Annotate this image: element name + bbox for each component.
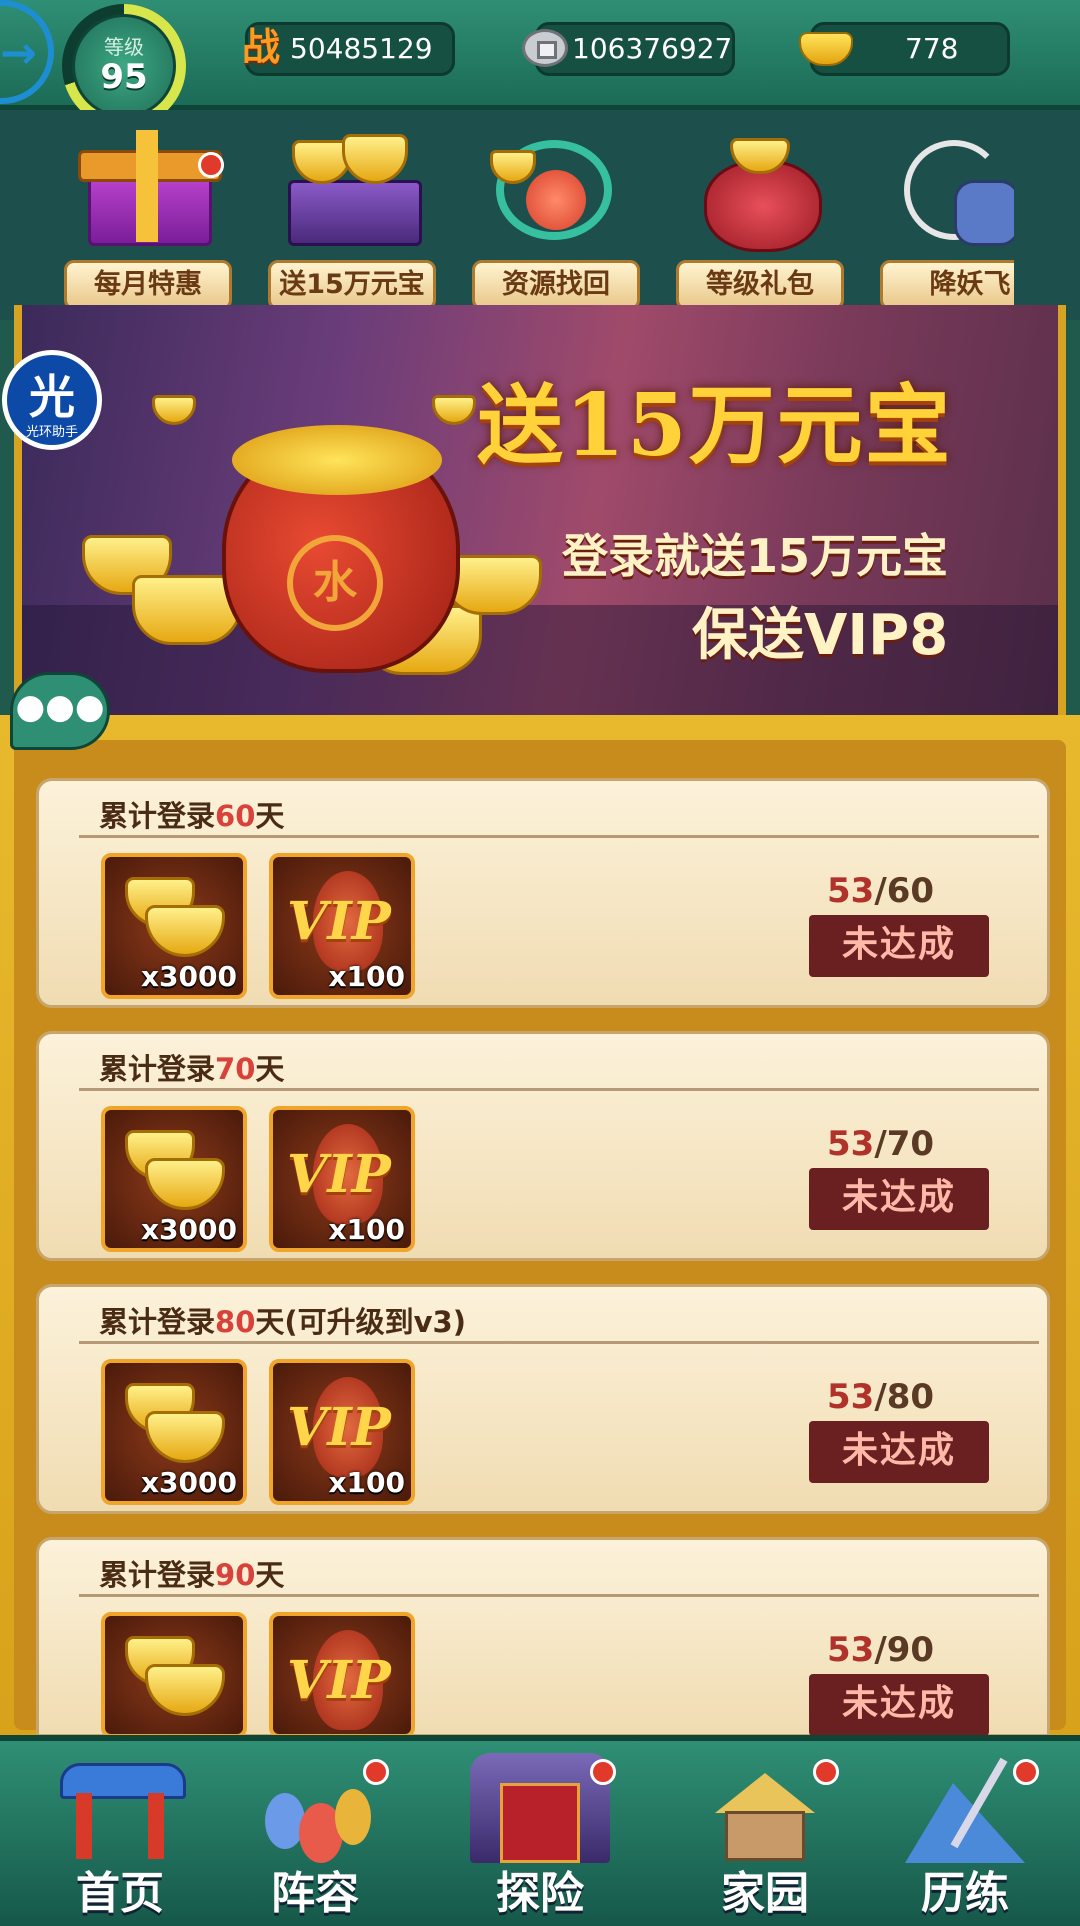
status-badge: 未达成 — [809, 1421, 989, 1483]
house-icon — [705, 1753, 825, 1863]
gold-ingot-display: 778 — [799, 22, 1010, 76]
item-count: x3000 — [141, 1466, 237, 1499]
reward-item-gold[interactable] — [101, 1612, 247, 1738]
activity-label: 降妖飞 — [880, 260, 1014, 310]
reward-card: 累计登录90天 VIP 53/90 未达成 — [36, 1537, 1050, 1738]
reward-card: 累计登录70天 x3000 VIP x100 53/70 未达成 — [36, 1031, 1050, 1261]
notification-dot — [1013, 1759, 1039, 1785]
vip-icon: VIP — [287, 891, 391, 952]
activity-label: 送15万元宝 — [268, 260, 436, 310]
level-label: 等级 — [104, 35, 144, 59]
banner-vip-line: 保送VIP8 — [692, 603, 949, 668]
nav-home[interactable]: 首页 — [20, 1741, 220, 1926]
divider — [79, 835, 1039, 838]
item-count: x100 — [328, 1213, 405, 1246]
login-progress: 53/90 — [827, 1630, 935, 1670]
activity-icon-row: 每月特惠 送15万元宝 资源找回 等级礼包 降妖飞 — [0, 110, 1080, 320]
reward-item-vip[interactable]: VIP x100 — [269, 853, 415, 999]
notification-dot — [590, 1759, 616, 1785]
reward-title: 累计登录60天 — [99, 799, 285, 833]
nav-lineup[interactable]: 阵容 — [215, 1741, 415, 1926]
item-count: x100 — [328, 960, 405, 993]
vip-icon: VIP — [287, 1397, 391, 1458]
silver-currency-display: 106376927 — [522, 22, 735, 76]
halo-badge-text: 光环助手 — [25, 425, 78, 440]
promo-banner: 水 送15万元宝 登录就送15万元宝 保送VIP8 — [14, 305, 1066, 715]
activity-level-gift[interactable]: 等级礼包 — [668, 110, 852, 320]
reward-card: 累计登录60天 x3000 VIP x100 53/60 未达成 — [36, 778, 1050, 1008]
pavilion-icon — [60, 1753, 186, 1863]
vip-icon: VIP — [287, 1144, 391, 1205]
nav-label: 阵容 — [271, 1868, 359, 1919]
divider — [79, 1341, 1039, 1344]
activity-label: 等级礼包 — [676, 260, 844, 310]
item-count: x3000 — [141, 1213, 237, 1246]
activity-label: 每月特惠 — [64, 260, 232, 310]
arrow-right-icon: → — [0, 28, 37, 79]
bag-emblem: 水 — [287, 535, 383, 631]
banner-title: 送15万元宝 — [477, 375, 953, 476]
nav-label: 历练 — [921, 1868, 1009, 1919]
divider — [79, 1088, 1039, 1091]
notification-dot — [198, 152, 224, 178]
nav-label: 家园 — [721, 1868, 809, 1919]
silver-coin-icon — [522, 29, 568, 67]
combat-power-icon: 战 — [242, 25, 281, 69]
treasure-bag-icon — [690, 130, 830, 252]
status-badge: 未达成 — [809, 915, 989, 977]
notification-dot — [813, 1759, 839, 1785]
nav-explore[interactable]: 探险 — [440, 1741, 640, 1926]
chat-bubble-icon[interactable]: ●●● — [10, 672, 110, 750]
mountain-sword-icon — [905, 1753, 1025, 1863]
player-level-badge[interactable]: 等级 95 — [72, 14, 176, 118]
bottom-navigation: 首页 阵容 探险 家园 历练 — [0, 1735, 1080, 1926]
bag-gold-pile — [232, 425, 442, 495]
resource-recover-icon — [486, 130, 626, 248]
gift-box-icon — [78, 130, 222, 248]
silver-value: 106376927 — [572, 32, 733, 65]
halo-badge-char: 光 — [29, 370, 75, 424]
login-progress: 53/70 — [827, 1124, 935, 1164]
status-badge: 未达成 — [809, 1674, 989, 1736]
login-progress: 53/80 — [827, 1377, 935, 1417]
combat-power-display: 战 50485129 — [242, 22, 455, 76]
reward-item-gold[interactable]: x3000 — [101, 1359, 247, 1505]
gourd-icon — [255, 1753, 375, 1863]
reward-title: 累计登录80天(可升级到v3) — [99, 1305, 466, 1339]
reward-item-vip[interactable]: VIP — [269, 1612, 415, 1738]
nav-training[interactable]: 历练 — [865, 1741, 1065, 1926]
item-count: x100 — [328, 1466, 405, 1499]
halo-assistant-badge[interactable]: 光 光环助手 — [2, 350, 102, 450]
gold-chest-icon — [282, 130, 422, 248]
notification-dot — [363, 1759, 389, 1785]
activity-demon-slayer[interactable]: 降妖飞 — [872, 110, 1014, 320]
activity-150k-ingots[interactable]: 送15万元宝 — [260, 110, 444, 320]
reward-card: 累计登录80天(可升级到v3) x3000 VIP x100 53/80 未达成 — [36, 1284, 1050, 1514]
vip-icon: VIP — [287, 1650, 391, 1711]
nav-homestead[interactable]: 家园 — [665, 1741, 865, 1926]
login-progress: 53/60 — [827, 871, 935, 911]
reward-item-gold[interactable]: x3000 — [101, 853, 247, 999]
reward-item-vip[interactable]: VIP x100 — [269, 1106, 415, 1252]
reward-item-gold[interactable]: x3000 — [101, 1106, 247, 1252]
level-value: 95 — [100, 57, 148, 97]
nav-label: 首页 — [76, 1868, 164, 1919]
combat-power-value: 50485129 — [290, 32, 433, 65]
demon-slayer-icon — [894, 130, 1014, 248]
divider — [79, 1594, 1039, 1597]
nav-label: 探险 — [496, 1868, 584, 1919]
banner-subtitle: 登录就送15万元宝 — [562, 529, 949, 583]
activity-resource-recovery[interactable]: 资源找回 — [464, 110, 648, 320]
gold-ingot-value: 778 — [905, 32, 959, 65]
activity-monthly-deal[interactable]: 每月特惠 — [56, 110, 240, 320]
item-count: x3000 — [141, 960, 237, 993]
reward-title: 累计登录90天 — [99, 1558, 285, 1592]
reward-item-vip[interactable]: VIP x100 — [269, 1359, 415, 1505]
activity-label: 资源找回 — [472, 260, 640, 310]
reward-title: 累计登录70天 — [99, 1052, 285, 1086]
status-badge: 未达成 — [809, 1168, 989, 1230]
